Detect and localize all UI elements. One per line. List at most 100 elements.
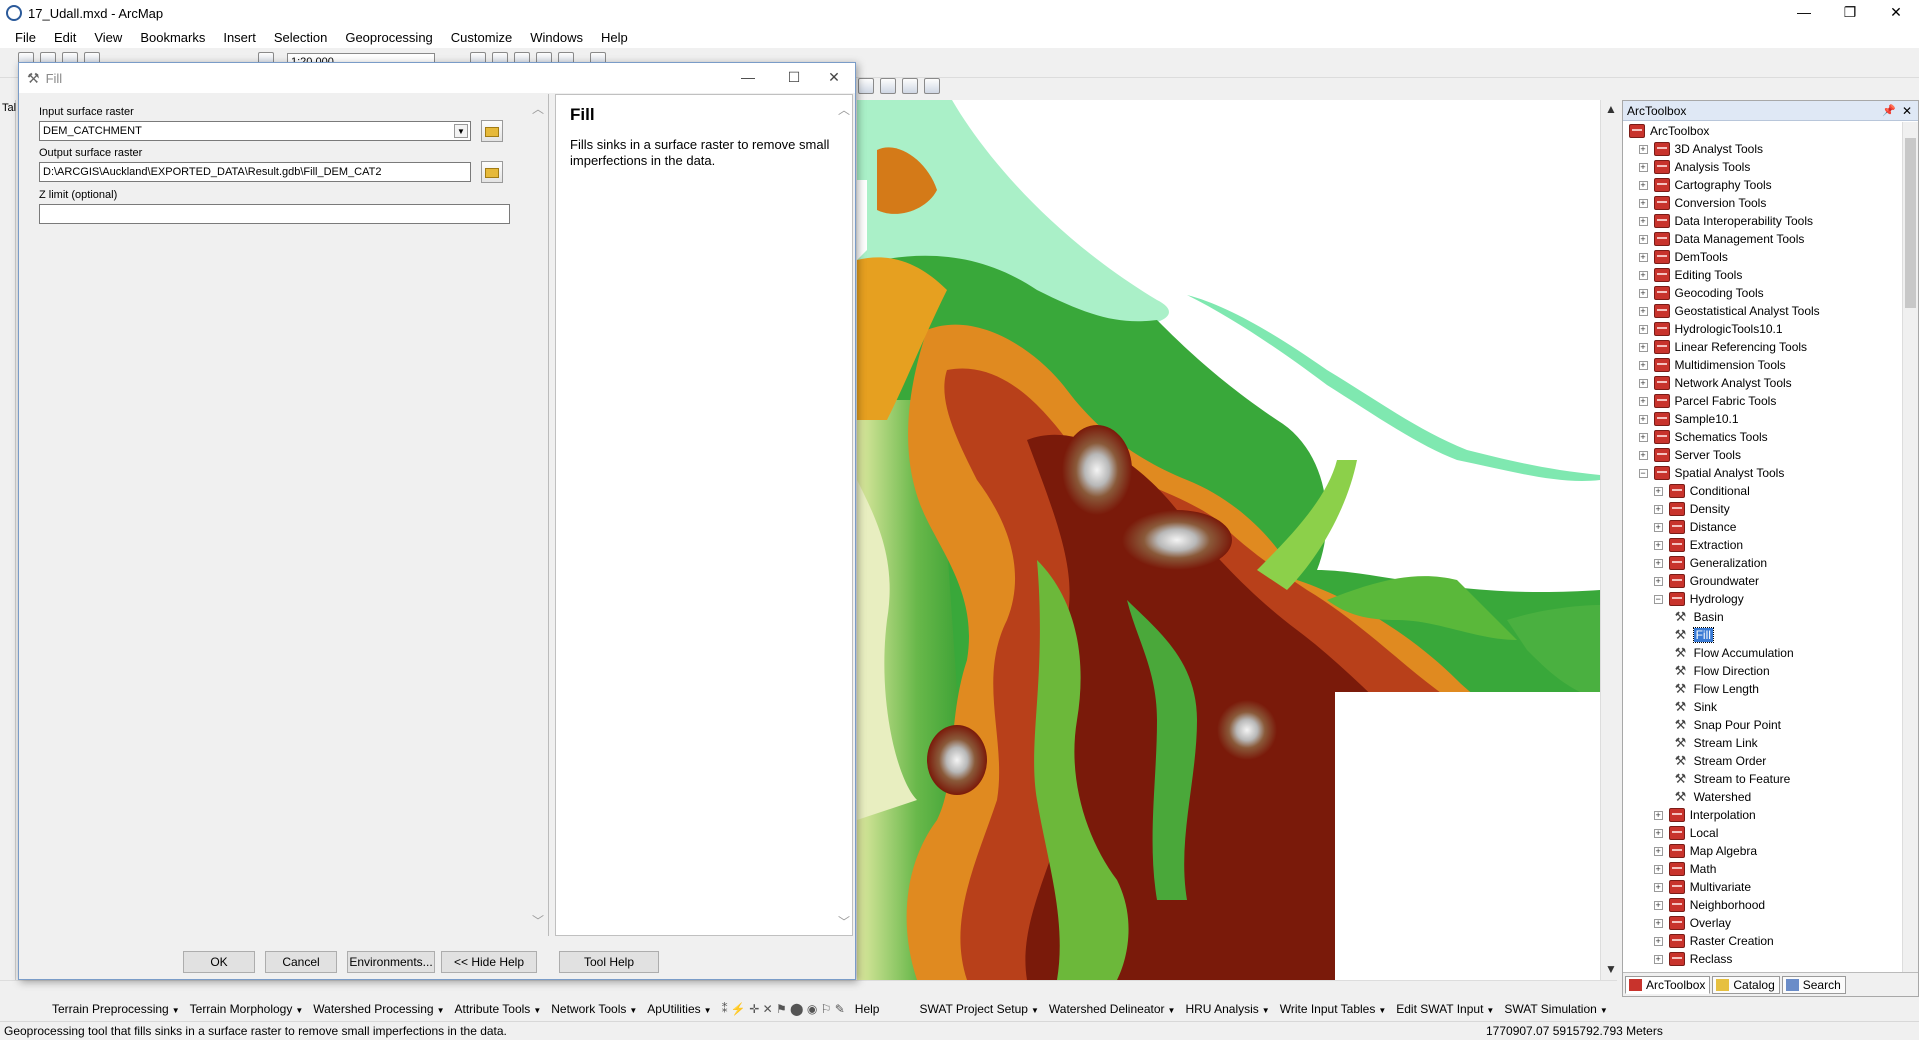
toolbox-item[interactable]: + Sample10.1: [1638, 410, 1739, 428]
toolbox-spatial-analyst[interactable]: − Spatial Analyst Tools: [1638, 464, 1784, 482]
expand-icon[interactable]: +: [1638, 306, 1648, 316]
bottom-menu-item[interactable]: HRU Analysis ▼: [1185, 1002, 1269, 1016]
tool-item[interactable]: ⚒ Flow Direction: [1675, 662, 1770, 680]
toolset-item[interactable]: + Extraction: [1653, 536, 1743, 554]
toolset-item[interactable]: + Reclass: [1653, 950, 1732, 968]
ok-button[interactable]: OK: [183, 951, 255, 973]
expand-icon[interactable]: +: [1638, 342, 1648, 352]
toolbox-item[interactable]: + Cartography Tools: [1638, 176, 1772, 194]
zlimit-field[interactable]: [39, 204, 510, 224]
page-setup-icon[interactable]: [880, 78, 896, 94]
expand-icon[interactable]: +: [1638, 450, 1648, 460]
bottom-menu-item[interactable]: SWAT Project Setup ▼: [919, 1002, 1038, 1016]
toolbox-item[interactable]: + Editing Tools: [1638, 266, 1742, 284]
expand-icon[interactable]: +: [1638, 180, 1648, 190]
layout-view-icon[interactable]: [858, 78, 874, 94]
toolset-item[interactable]: + Density: [1653, 500, 1730, 518]
bottom-menu-item[interactable]: Write Input Tables ▼: [1280, 1002, 1387, 1016]
tab-catalog[interactable]: Catalog: [1712, 975, 1780, 994]
tool-item[interactable]: ⚒ Stream Link: [1675, 734, 1758, 752]
output-browse-button[interactable]: [481, 161, 503, 183]
toolbox-item[interactable]: + Analysis Tools: [1638, 158, 1750, 176]
measure-icon[interactable]: [924, 78, 940, 94]
tool-item[interactable]: ⚒ Sink: [1675, 698, 1717, 716]
bottom-menu-item[interactable]: Terrain Morphology ▼: [190, 1002, 304, 1016]
help-scroll-down-icon[interactable]: ﹀: [838, 913, 850, 930]
bottom-menu-item[interactable]: Network Tools ▼: [551, 1002, 637, 1016]
expand-icon[interactable]: +: [1638, 252, 1648, 262]
tree-scrollbar-thumb[interactable]: [1905, 138, 1916, 308]
expand-icon[interactable]: +: [1638, 288, 1648, 298]
collapse-icon[interactable]: −: [1653, 594, 1663, 604]
toolbox-item[interactable]: +3D Analyst Tools: [1638, 140, 1763, 158]
tool-item[interactable]: ⚒ Stream Order: [1675, 752, 1767, 770]
menu-geoprocessing[interactable]: Geoprocessing: [336, 30, 441, 45]
bottom-menu-item[interactable]: Attribute Tools ▼: [454, 1002, 541, 1016]
toolbox-item[interactable]: + HydrologicTools10.1: [1638, 320, 1783, 338]
tree-scrollbar[interactable]: [1902, 122, 1918, 972]
menu-windows[interactable]: Windows: [521, 30, 592, 45]
bottom-menu-item[interactable]: Terrain Preprocessing ▼: [52, 1002, 180, 1016]
expand-icon[interactable]: +: [1653, 810, 1663, 820]
bottom-menu-item[interactable]: Watershed Delineator ▼: [1049, 1002, 1176, 1016]
expand-icon[interactable]: +: [1653, 954, 1663, 964]
bottom-menu-item[interactable]: SWAT Simulation ▼: [1504, 1002, 1607, 1016]
toolbox-item[interactable]: + Parcel Fabric Tools: [1638, 392, 1776, 410]
toolbox-item[interactable]: + DemTools: [1638, 248, 1728, 266]
tool-item[interactable]: ⚒ Fill: [1675, 626, 1714, 644]
toolset-item[interactable]: + Neighborhood: [1653, 896, 1765, 914]
menu-view[interactable]: View: [85, 30, 131, 45]
map-horizontal-scrollbar[interactable]: [0, 980, 1617, 997]
scroll-up-icon[interactable]: ︿: [532, 100, 544, 117]
expand-icon[interactable]: +: [1638, 216, 1648, 226]
expand-icon[interactable]: +: [1638, 162, 1648, 172]
toolset-item[interactable]: + Generalization: [1653, 554, 1767, 572]
expand-icon[interactable]: +: [1653, 522, 1663, 532]
expand-icon[interactable]: +: [1653, 504, 1663, 514]
dialog-minimize-button[interactable]: —: [725, 63, 771, 93]
toolbox-item[interactable]: + Schematics Tools: [1638, 428, 1768, 446]
input-raster-combo[interactable]: DEM_CATCHMENT ▼: [39, 121, 471, 141]
tool-item[interactable]: ⚒ Basin: [1675, 608, 1724, 626]
map-vertical-scrollbar[interactable]: ▲ ▼: [1600, 100, 1617, 980]
menu-customize[interactable]: Customize: [442, 30, 521, 45]
tool-item[interactable]: ⚒ Watershed: [1675, 788, 1752, 806]
bottom-menu-item[interactable]: ApUtilities ▼: [647, 1002, 711, 1016]
tool-item[interactable]: ⚒ Snap Pour Point: [1675, 716, 1781, 734]
close-button[interactable]: ✕: [1873, 0, 1919, 26]
expand-icon[interactable]: +: [1653, 846, 1663, 856]
scroll-down-arrow-icon[interactable]: ▼: [1605, 962, 1617, 976]
menu-edit[interactable]: Edit: [45, 30, 85, 45]
binoculars-icon[interactable]: [902, 78, 918, 94]
pin-icon[interactable]: 📌: [1882, 101, 1896, 121]
expand-icon[interactable]: +: [1638, 144, 1648, 154]
menu-selection[interactable]: Selection: [265, 30, 336, 45]
input-browse-button[interactable]: [481, 120, 503, 142]
help-scroll-up-icon[interactable]: ︿: [838, 101, 850, 118]
archydro-tool-icons[interactable]: ⁑ ⚡ ✛ ✕ ⚑ ⬤ ◉ ⚐ ✎: [722, 1002, 845, 1016]
toolset-item[interactable]: + Raster Creation: [1653, 932, 1774, 950]
expand-icon[interactable]: +: [1653, 882, 1663, 892]
expand-icon[interactable]: +: [1653, 918, 1663, 928]
toolbox-item[interactable]: + Network Analyst Tools: [1638, 374, 1792, 392]
close-panel-icon[interactable]: ✕: [1902, 101, 1912, 121]
expand-icon[interactable]: +: [1638, 378, 1648, 388]
toolbox-item[interactable]: + Server Tools: [1638, 446, 1741, 464]
toolbox-item[interactable]: + Multidimension Tools: [1638, 356, 1786, 374]
menu-file[interactable]: File: [6, 30, 45, 45]
toolbox-item[interactable]: + Data Management Tools: [1638, 230, 1804, 248]
toolset-item[interactable]: + Conditional: [1653, 482, 1750, 500]
params-scrollbar[interactable]: ︿ ﹀: [529, 94, 547, 936]
minimize-button[interactable]: —: [1781, 0, 1827, 26]
toolbox-item[interactable]: + Data Interoperability Tools: [1638, 212, 1813, 230]
expand-icon[interactable]: +: [1638, 270, 1648, 280]
expand-icon[interactable]: +: [1653, 558, 1663, 568]
collapse-icon[interactable]: −: [1638, 468, 1648, 478]
toolset-item[interactable]: + Local: [1653, 824, 1718, 842]
toolset-hydrology[interactable]: − Hydrology: [1653, 590, 1744, 608]
hide-help-button[interactable]: << Hide Help: [441, 951, 537, 973]
tool-help-button[interactable]: Tool Help: [559, 951, 659, 973]
map-display[interactable]: [857, 100, 1600, 980]
expand-icon[interactable]: +: [1638, 234, 1648, 244]
toolbox-item[interactable]: + Geocoding Tools: [1638, 284, 1764, 302]
